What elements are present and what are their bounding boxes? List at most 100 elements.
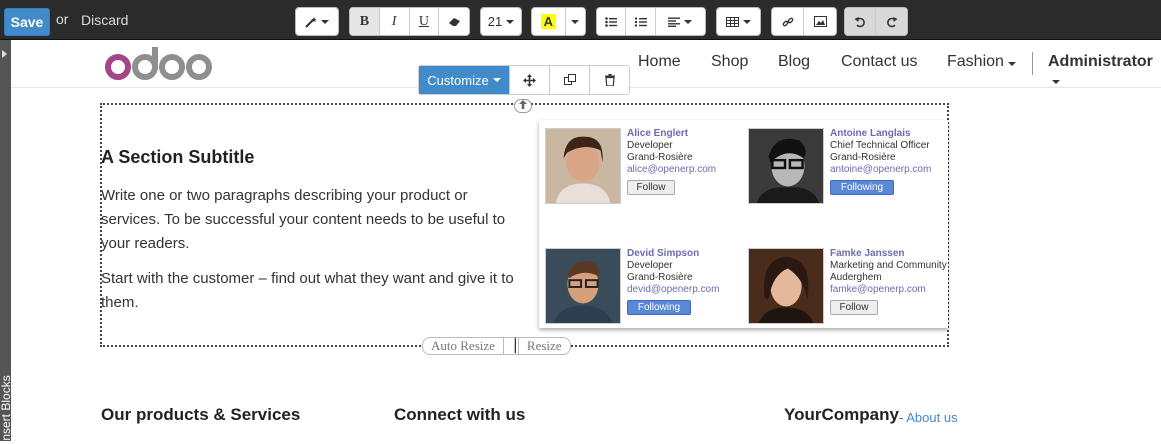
nav-administrator-label: Administrator <box>1048 53 1153 70</box>
color-dropdown-button[interactable] <box>565 8 585 35</box>
follow-button: Follow <box>830 300 878 315</box>
footer-about-link[interactable]: - About us <box>899 410 958 425</box>
redo-button[interactable] <box>876 8 907 35</box>
footer-company-name: YourCompany <box>784 405 899 424</box>
nav-fashion-label: Fashion <box>947 53 1004 70</box>
profile-email: famke@openerp.com <box>830 284 926 295</box>
move-block-button[interactable] <box>509 66 549 94</box>
section-paragraph-2[interactable]: Start with the customer – find out what … <box>101 267 521 315</box>
unordered-list-button[interactable] <box>597 8 627 35</box>
magic-wand-icon <box>305 16 317 28</box>
profile-photo-devid <box>545 248 621 324</box>
delete-block-button[interactable] <box>589 66 629 94</box>
odoo-logo-icon <box>105 47 212 80</box>
resize-button[interactable]: Resize <box>519 338 570 354</box>
auto-resize-button[interactable]: Auto Resize <box>423 338 503 354</box>
italic-button[interactable]: I <box>379 8 410 35</box>
footer-connect-heading: Connect with us <box>394 405 526 424</box>
profile-name: Devid Simpson <box>627 248 700 259</box>
underline-button[interactable]: U <box>409 8 440 35</box>
ordered-list-button[interactable] <box>626 8 656 35</box>
nav-home[interactable]: Home <box>638 53 681 71</box>
redo-icon <box>886 16 897 27</box>
duplicate-block-button[interactable] <box>549 66 589 94</box>
eraser-icon <box>448 17 460 26</box>
profile-info: Antoine Langlais Chief Technical Officer… <box>830 128 931 195</box>
footer-products-heading: Our products & Services <box>101 405 301 424</box>
insert-blocks-tab[interactable]: Insert Blocks <box>0 40 13 444</box>
editor-toolbar: Save or Discard B I U 21 A <box>0 0 1161 40</box>
insert-blocks-label: Insert Blocks <box>0 375 13 444</box>
style-dropdown-button[interactable] <box>296 8 338 35</box>
profile-email: alice@openerp.com <box>627 164 717 175</box>
nav-blog[interactable]: Blog <box>778 53 810 71</box>
profile-card: Antoine Langlais Chief Technical Officer… <box>748 128 948 208</box>
profile-title: Developer <box>627 260 673 271</box>
profile-name: Antoine Langlais <box>830 128 911 139</box>
color-group: A <box>531 7 586 36</box>
trash-icon <box>604 74 615 86</box>
about-us-label: About us <box>906 410 958 425</box>
arrow-up-icon <box>519 100 527 109</box>
table-group <box>716 7 761 36</box>
resize-top-handle[interactable] <box>514 99 532 113</box>
eraser-button[interactable] <box>439 8 469 35</box>
style-group <box>295 7 339 36</box>
expand-arrow-icon <box>2 50 7 58</box>
profile-title: Marketing and Community <box>830 260 947 271</box>
font-size-group: 21 <box>480 7 522 36</box>
nav-fashion[interactable]: Fashion <box>947 53 1016 71</box>
font-style-group: B I U <box>349 7 470 36</box>
undo-icon <box>854 16 865 27</box>
link-button[interactable] <box>772 8 805 35</box>
section-paragraph-1[interactable]: Write one or two paragraphs describing y… <box>101 184 521 256</box>
resize-handle-icon[interactable]: ▕ <box>502 338 519 354</box>
customize-button[interactable]: Customize <box>419 66 509 94</box>
history-group <box>844 7 908 36</box>
highlight-color-icon: A <box>540 14 557 29</box>
save-button[interactable]: Save <box>4 8 50 36</box>
insert-group <box>771 7 837 36</box>
table-dropdown-button[interactable] <box>717 8 760 35</box>
follow-button: Follow <box>627 180 675 195</box>
nav-shop[interactable]: Shop <box>711 53 748 71</box>
nav-separator <box>1032 52 1033 75</box>
undo-button[interactable] <box>845 8 877 35</box>
profile-name: Alice Englert <box>627 128 689 139</box>
nav-administrator[interactable]: Administrator <box>1048 53 1161 89</box>
duplicate-icon <box>563 74 576 85</box>
numbered-list-icon <box>634 17 647 26</box>
profile-email: antoine@openerp.com <box>830 164 932 175</box>
about-separator: - <box>899 410 904 425</box>
customize-label: Customize <box>427 72 489 88</box>
profile-info: Devid Simpson Developer Grand-Rosière de… <box>627 248 719 315</box>
profile-title: Chief Technical Officer <box>830 140 930 151</box>
paragraph-group <box>596 7 706 36</box>
profile-cards-image[interactable]: Alice Englert Developer Grand-Rosière al… <box>539 120 948 328</box>
profile-photo-alice <box>545 128 621 204</box>
profile-location: Auderghem <box>830 272 882 283</box>
font-size-dropdown[interactable]: 21 <box>481 8 521 35</box>
nav-contact-us[interactable]: Contact us <box>841 53 917 71</box>
table-icon <box>726 16 739 27</box>
profile-photo-famke <box>748 248 824 324</box>
odoo-logo[interactable] <box>105 44 213 87</box>
link-icon <box>782 17 793 26</box>
section-subtitle[interactable]: A Section Subtitle <box>101 147 254 168</box>
move-icon <box>523 73 536 87</box>
profile-info: Alice Englert Developer Grand-Rosière al… <box>627 128 716 195</box>
discard-link[interactable]: Discard <box>81 12 128 28</box>
align-dropdown-button[interactable] <box>655 8 705 35</box>
or-text: or <box>56 11 69 27</box>
profile-card: Famke Janssen Marketing and Community Au… <box>748 248 948 328</box>
highlight-color-button[interactable]: A <box>532 8 566 35</box>
resize-controls: Auto Resize ▕ Resize <box>422 337 571 355</box>
profile-location: Grand-Rosière <box>627 152 693 163</box>
font-size-value: 21 <box>487 14 503 29</box>
image-button[interactable] <box>804 8 836 35</box>
picture-icon <box>813 16 827 27</box>
following-button: Following <box>830 180 894 195</box>
bold-button[interactable]: B <box>350 8 380 35</box>
following-button: Following <box>627 300 691 315</box>
profile-photo-antoine <box>748 128 824 204</box>
